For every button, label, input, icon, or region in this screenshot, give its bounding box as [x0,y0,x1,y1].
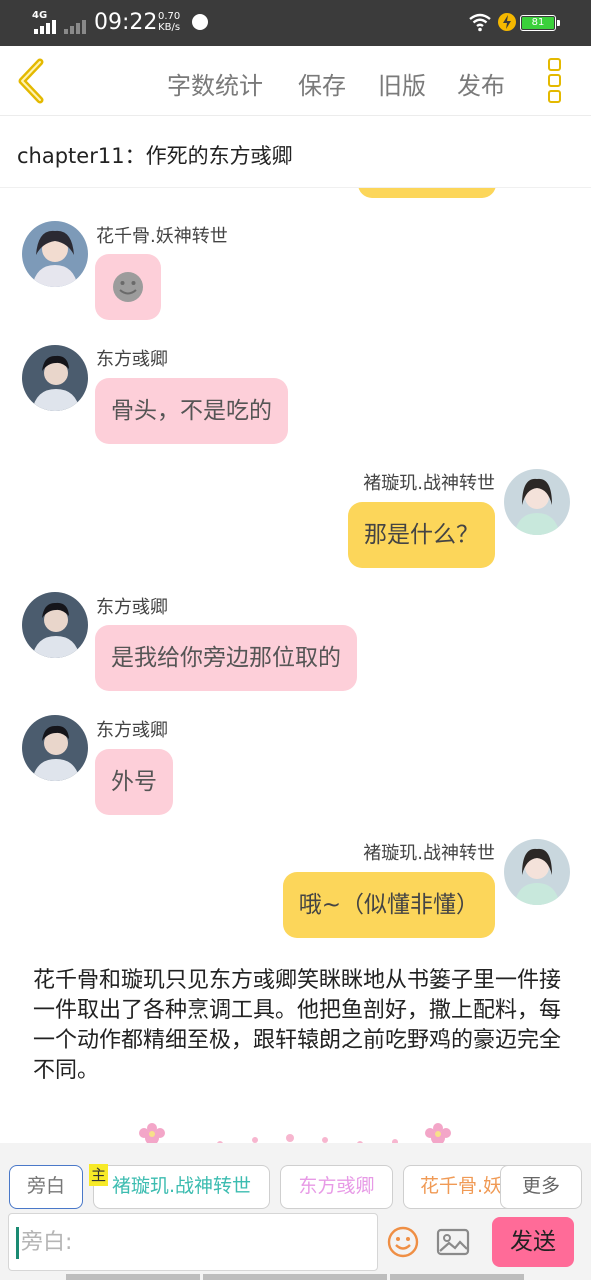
sender-name: 东方彧卿 [96,720,168,741]
message-bubble[interactable]: 骨头，不是吃的 [95,378,288,444]
nav-gesture-bar [66,1274,200,1280]
menu-dot-icon [548,74,561,87]
wifi-icon [469,13,491,32]
chat-area[interactable]: 花千骨.妖神转世 东方彧卿 骨头，不是吃的 褚璇玑.战神转世 那是什么？ 东方彧… [0,188,591,1143]
sender-name: 花千骨.妖神转世 [96,226,228,247]
avatar-dongfang[interactable] [22,592,88,658]
old-version-button[interactable]: 旧版 [378,66,426,101]
battery-level: 81 [522,17,554,29]
role-chip[interactable]: 褚璇玑.战神转世 [93,1165,270,1209]
portrait-icon [504,839,570,905]
net-speed-value: 0.70 [158,11,181,22]
avatar-huaqiangu[interactable] [22,221,88,287]
sender-name: 褚璇玑.战神转世 [363,473,495,494]
message-input[interactable] [21,1222,371,1262]
avatar-dongfang[interactable] [22,345,88,411]
message-bubble[interactable] [358,188,496,198]
message-bubble[interactable]: 那是什么？ [348,502,495,568]
message-bubble[interactable]: 哦~（似懂非懂） [282,872,495,938]
save-button[interactable]: 保存 [298,66,346,101]
smiley-icon [387,1226,419,1258]
signal-icon [34,20,90,34]
image-button[interactable] [436,1225,470,1259]
portrait-icon [22,715,88,781]
back-button[interactable] [12,56,52,106]
net-speed: 0.70 KB/s [158,11,180,33]
menu-dot-icon [548,90,561,103]
portrait-icon [22,592,88,658]
more-roles-button[interactable]: 更多 [500,1165,582,1209]
sender-name: 褚璇玑.战神转世 [363,843,495,864]
sender-name: 东方彧卿 [96,597,168,618]
nav-gesture-bar [390,1274,524,1280]
message-bubble[interactable] [95,254,161,320]
battery-icon: 81 [520,15,556,31]
composer-panel: 旁白 褚璇玑.战神转世 主 东方彧卿 花千骨.妖神转世 更多 发送 [0,1143,591,1280]
emoji-button[interactable] [386,1225,420,1259]
main-role-badge: 主 [89,1164,108,1186]
portrait-icon [504,469,570,535]
portrait-icon [22,221,88,287]
status-bar: 4G 09:22 0.70 KB/s 81 [0,0,591,46]
globe-icon [192,14,208,30]
top-toolbar: 字数统计 保存 旧版 发布 [0,46,591,116]
avatar-xuanji[interactable] [504,469,570,535]
role-chip-narrator[interactable]: 旁白 [9,1165,83,1209]
menu-dot-icon [548,58,561,71]
smiley-face-icon [113,272,143,302]
more-menu-button[interactable] [548,58,570,104]
chapter-header[interactable]: chapter11：作死的东方彧卿 [0,116,591,188]
battery-tip [557,20,560,26]
sender-name: 东方彧卿 [96,349,168,370]
chevron-left-icon [18,58,44,104]
avatar-xuanji[interactable] [504,839,570,905]
word-count-button[interactable]: 字数统计 [167,66,263,101]
flower-divider-icon [139,1123,451,1143]
image-icon [436,1228,470,1256]
portrait-icon [22,345,88,411]
send-button[interactable]: 发送 [492,1217,574,1267]
nav-gesture-bar [203,1274,387,1280]
message-bubble[interactable]: 外号 [95,749,173,815]
chapter-title: chapter11：作死的东方彧卿 [17,144,293,168]
net-speed-unit: KB/s [158,22,181,33]
text-cursor [16,1227,19,1259]
narration-paragraph[interactable]: 花千骨和璇玑只见东方彧卿笑眯眯地从书篓子里一件接一件取出了各种烹调工具。他把鱼剖… [33,966,563,1086]
publish-button[interactable]: 发布 [457,66,505,101]
message-bubble[interactable]: 是我给你旁边那位取的 [95,625,357,691]
role-chip[interactable]: 东方彧卿 [280,1165,393,1209]
clock: 09:22 [94,10,158,35]
message-input-box[interactable] [8,1213,378,1271]
avatar-dongfang[interactable] [22,715,88,781]
charging-icon [498,13,516,31]
